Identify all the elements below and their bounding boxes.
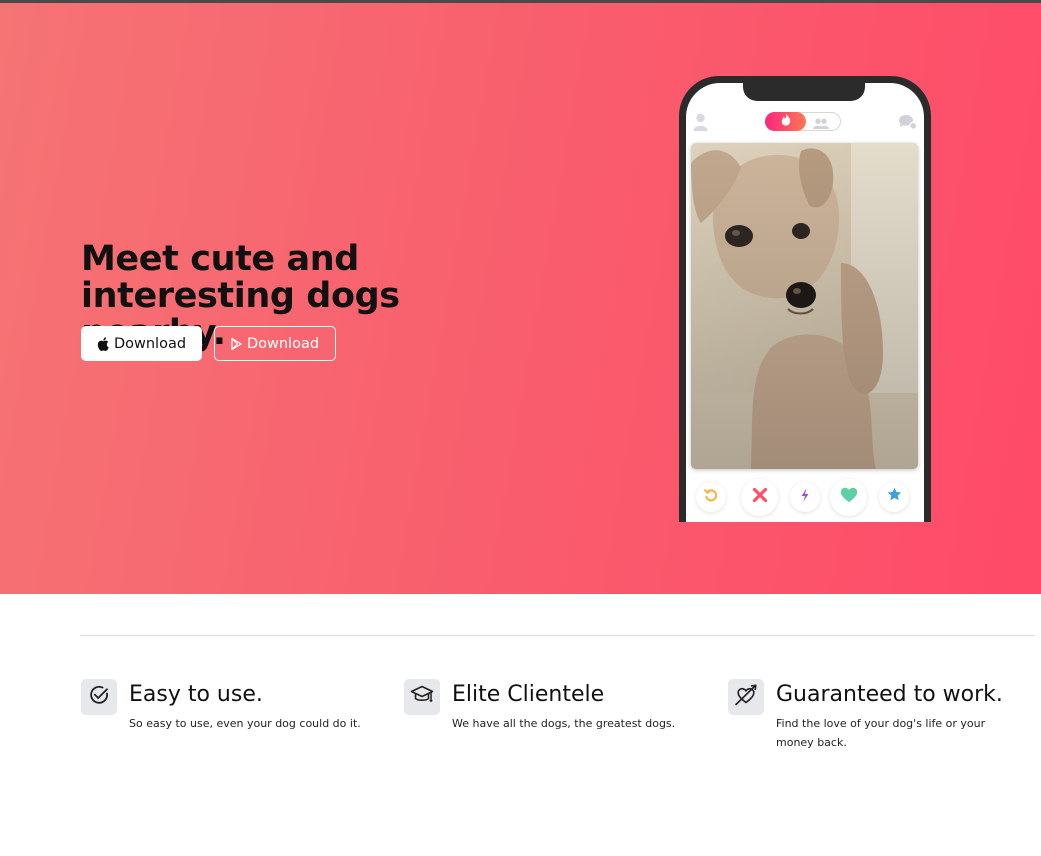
feature-text: We have all the dogs, the greatest dogs. (452, 717, 676, 730)
feature-icon-box (404, 679, 440, 715)
flame-icon (781, 113, 791, 131)
feature-title: Guaranteed to work. (776, 682, 1003, 707)
group-icon (812, 116, 830, 134)
boost-button (790, 482, 820, 512)
feature-text: Find the love of your dog's life or your… (776, 717, 986, 749)
dog-profile-photo (691, 143, 918, 469)
profile-icon (693, 113, 708, 136)
google-play-icon (231, 337, 242, 350)
google-play-download-button[interactable]: Download (214, 326, 336, 361)
swipe-actions-bar (686, 479, 924, 519)
mode-toggle (765, 112, 841, 131)
apple-icon (97, 336, 109, 351)
feature-icon-box (728, 679, 764, 715)
like-button (830, 479, 867, 516)
hero-section: Meet cute and interesting dogs nearby. D… (0, 3, 1041, 594)
super-like-icon (887, 487, 902, 507)
nope-button (741, 479, 778, 516)
heart-arrow-icon (734, 684, 758, 711)
feature-title: Easy to use. (129, 682, 263, 707)
phone-screen (686, 83, 924, 522)
section-divider (80, 635, 1035, 636)
phone-mockup (679, 76, 931, 522)
apple-download-label: Download (113, 335, 187, 352)
toggle-active (765, 112, 806, 131)
apple-download-button[interactable]: Download (81, 326, 202, 361)
check-circle-icon (88, 684, 110, 711)
google-play-download-label: Download (246, 335, 320, 352)
rewind-button (696, 482, 726, 512)
rewind-icon (704, 488, 718, 507)
feature-icon-box (81, 679, 117, 715)
nope-icon (752, 487, 768, 508)
feature-title: Elite Clientele (452, 682, 605, 707)
phone-notch (743, 83, 865, 101)
like-icon (840, 487, 858, 508)
feature-text: So easy to use, even your dog could do i… (129, 717, 361, 730)
graduation-cap-icon (410, 684, 434, 711)
super-like-button (879, 482, 909, 512)
chat-icon (898, 114, 918, 135)
boost-icon (800, 488, 810, 507)
